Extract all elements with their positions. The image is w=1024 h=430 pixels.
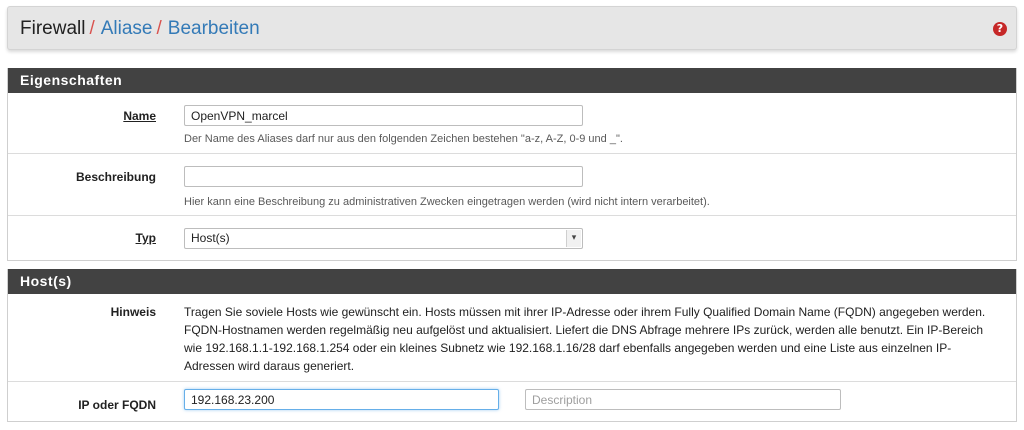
description-help-text: Hier kann eine Beschreibung zu administr… <box>184 196 710 208</box>
description-row: Beschreibung Hier kann eine Beschreibung… <box>8 154 1016 216</box>
host-entry-row: IP oder FQDN <box>8 382 1016 421</box>
hint-label: Hinweis <box>110 305 156 319</box>
breadcrumb-separator: / <box>156 18 162 39</box>
properties-panel-title: Eigenschaften <box>8 68 1016 93</box>
breadcrumb-bearbeiten-link[interactable]: Bearbeiten <box>168 18 260 39</box>
breadcrumb-bar: Firewall / Aliase / Bearbeiten ? <box>7 6 1017 50</box>
breadcrumb-separator: / <box>89 18 95 39</box>
type-select[interactable]: Host(s) ▾ <box>184 228 583 249</box>
hint-text: Tragen Sie soviele Hosts wie gewünscht e… <box>184 303 1010 375</box>
hint-row: Hinweis Tragen Sie soviele Hosts wie gew… <box>8 294 1016 382</box>
name-label: Name <box>123 109 156 123</box>
name-input[interactable] <box>184 105 583 126</box>
properties-panel: Eigenschaften Name Der Name des Aliases … <box>7 68 1017 261</box>
type-select-value: Host(s) <box>191 231 230 245</box>
type-row: Typ Host(s) ▾ <box>8 216 1016 260</box>
description-input[interactable] <box>184 166 583 187</box>
type-label: Typ <box>135 231 156 245</box>
description-label: Beschreibung <box>75 170 156 184</box>
question-circle-icon[interactable]: ? <box>993 22 1007 36</box>
hosts-panel: Host(s) Hinweis Tragen Sie soviele Hosts… <box>7 269 1017 422</box>
ip-fqdn-input[interactable] <box>184 389 499 410</box>
hint-line: Tragen Sie soviele Hosts wie gewünscht e… <box>184 305 986 319</box>
breadcrumb-firewall: Firewall <box>20 18 86 39</box>
chevron-down-icon: ▾ <box>566 230 581 247</box>
hosts-panel-title: Host(s) <box>8 269 1016 294</box>
name-row: Name Der Name des Aliases darf nur aus d… <box>8 93 1016 154</box>
hint-line: FQDN-Hostnamen werden regelmäßig neu auf… <box>184 323 984 337</box>
name-help-text: Der Name des Aliases darf nur aus den fo… <box>184 133 623 145</box>
host-description-input[interactable] <box>525 389 841 410</box>
breadcrumb-aliase-link[interactable]: Aliase <box>101 18 153 39</box>
hint-line: Adressen wird daraus generiert. <box>184 359 355 373</box>
hint-line: wie 192.168.1.1-192.168.1.254 oder ein k… <box>184 341 952 355</box>
breadcrumb: Firewall / Aliase / Bearbeiten <box>20 18 260 40</box>
ip-fqdn-label: IP oder FQDN <box>78 398 156 412</box>
